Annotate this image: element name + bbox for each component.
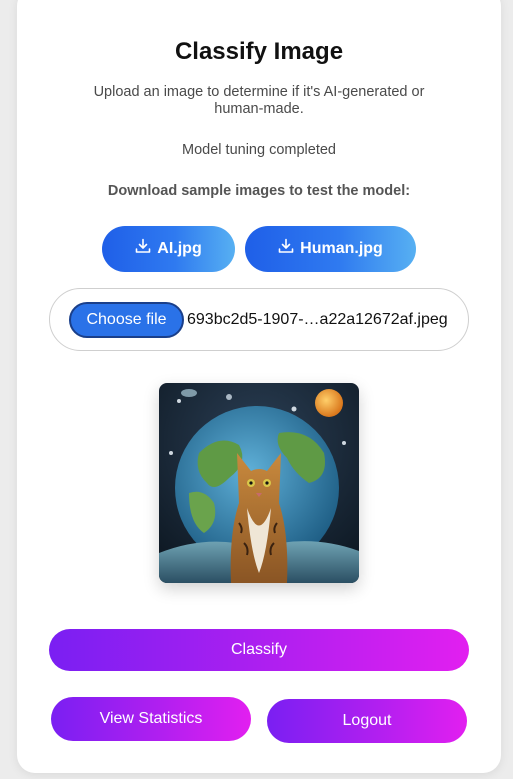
page-title: Classify Image [174,38,344,65]
logout-button[interactable]: Logout [267,699,467,743]
file-input[interactable]: Choose file 693bc2d5-1907-…a22a12672af.j… [49,288,469,351]
download-icon [278,238,294,253]
page-subtitle: Upload an image to determine if it's AI-… [93,84,425,117]
selected-file-name: 693bc2d5-1907-…a22a12672af.jpeg [187,311,448,328]
image-preview [159,383,359,583]
download-human-sample-label: Human.jpg [300,240,383,257]
download-icon [135,238,151,253]
choose-file-button[interactable]: Choose file [69,302,184,338]
classify-button[interactable]: Classify [49,629,469,671]
sample-download-heading: Download sample images to test the model… [107,183,411,199]
classify-card: Classify Image Upload an image to determ… [17,0,501,773]
cat-space-image [159,383,359,583]
view-statistics-button[interactable]: View Statistics [51,697,251,741]
download-ai-sample-button[interactable]: AI.jpg [102,226,235,272]
download-ai-sample-label: AI.jpg [157,240,202,257]
model-status-text: Model tuning completed [182,142,336,158]
download-human-sample-button[interactable]: Human.jpg [245,226,416,272]
